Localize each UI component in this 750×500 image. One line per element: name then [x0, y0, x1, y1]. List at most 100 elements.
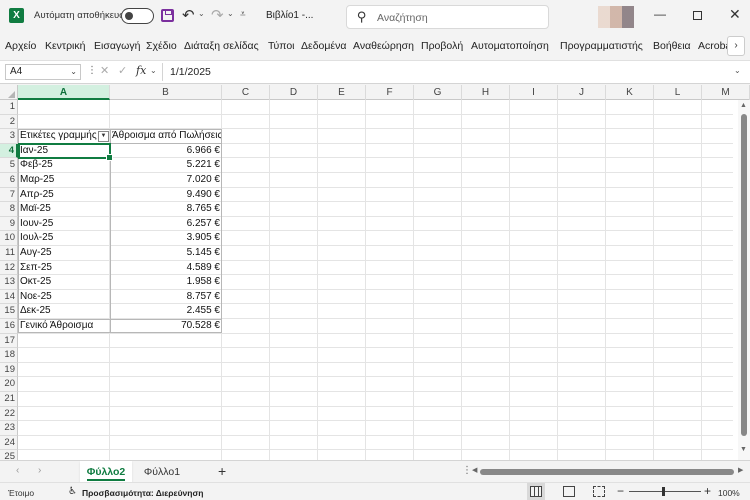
- row-header-1[interactable]: 1: [0, 100, 18, 115]
- tab-split-handle-icon[interactable]: ⋮: [462, 465, 472, 476]
- zoom-slider-thumb[interactable]: [662, 487, 665, 496]
- row-header-24[interactable]: 24: [0, 435, 18, 451]
- column-header-m[interactable]: M: [702, 85, 750, 100]
- previous-sheet-icon[interactable]: ‹: [16, 465, 19, 476]
- column-header-c[interactable]: C: [222, 85, 270, 100]
- pivot-row-value[interactable]: 5.221 €: [110, 158, 222, 173]
- column-header-l[interactable]: L: [654, 85, 702, 100]
- row-header-23[interactable]: 23: [0, 421, 18, 436]
- column-header-b[interactable]: B: [110, 85, 222, 100]
- pivot-row-value[interactable]: 5.145 €: [110, 246, 222, 261]
- horizontal-scroll-thumb[interactable]: [480, 469, 734, 475]
- normal-view-icon[interactable]: [530, 486, 542, 497]
- account-avatar[interactable]: [598, 6, 634, 28]
- pivot-row-label[interactable]: Σεπ-25: [18, 261, 110, 276]
- pivot-header-values[interactable]: Άθροισμα από Πωλήσεις: [110, 129, 222, 144]
- pivot-total-label[interactable]: Γενικό Άθροισμα: [18, 319, 110, 334]
- row-header-7[interactable]: 7: [0, 187, 18, 203]
- row-header-16[interactable]: 16: [0, 319, 18, 334]
- pivot-row-label[interactable]: Ιαν-25: [18, 144, 110, 159]
- tab-draw[interactable]: Σχέδιο: [146, 40, 177, 52]
- pivot-row-value[interactable]: 8.757 €: [110, 290, 222, 305]
- column-header-g[interactable]: G: [414, 85, 462, 100]
- column-header-d[interactable]: D: [270, 85, 318, 100]
- autosave-toggle[interactable]: [121, 8, 154, 24]
- save-icon[interactable]: [161, 9, 174, 22]
- tab-review[interactable]: Αναθεώρηση: [353, 40, 414, 52]
- redo-dropdown-icon[interactable]: ⌄: [227, 9, 234, 18]
- tab-formulas[interactable]: Τύποι: [268, 40, 295, 52]
- redo-icon[interactable]: ↷: [211, 6, 224, 24]
- name-box-dropdown-icon[interactable]: ⌄: [70, 65, 77, 79]
- row-header-22[interactable]: 22: [0, 406, 18, 422]
- row-header-10[interactable]: 10: [0, 231, 18, 246]
- pivot-row-value[interactable]: 3.905 €: [110, 231, 222, 246]
- row-header-21[interactable]: 21: [0, 392, 18, 407]
- zoom-level[interactable]: 100%: [718, 488, 740, 498]
- search-box[interactable]: ⚲ Αναζήτηση: [346, 5, 549, 29]
- tab-data[interactable]: Δεδομένα: [301, 40, 346, 52]
- select-all-button[interactable]: [0, 85, 18, 100]
- tab-insert[interactable]: Εισαγωγή: [94, 40, 140, 52]
- pivot-row-label[interactable]: Απρ-25: [18, 188, 110, 203]
- row-header-19[interactable]: 19: [0, 362, 18, 378]
- cancel-entry-icon[interactable]: ✕: [100, 64, 109, 77]
- minimize-icon[interactable]: —: [654, 7, 666, 21]
- pivot-row-label[interactable]: Δεκ-25: [18, 304, 110, 319]
- row-header-14[interactable]: 14: [0, 289, 18, 305]
- tab-view[interactable]: Προβολή: [421, 40, 463, 52]
- row-header-17[interactable]: 17: [0, 333, 18, 349]
- accessibility-icon[interactable]: ♿: [68, 486, 77, 497]
- undo-icon[interactable]: ↶: [182, 6, 195, 24]
- vertical-scroll-thumb[interactable]: [741, 114, 747, 436]
- pivot-row-value[interactable]: 1.958 €: [110, 275, 222, 290]
- row-header-9[interactable]: 9: [0, 216, 18, 232]
- zoom-in-icon[interactable]: +: [704, 484, 711, 498]
- tab-help[interactable]: Βοήθεια: [653, 40, 691, 52]
- next-sheet-icon[interactable]: ›: [38, 465, 41, 476]
- pivot-row-value[interactable]: 6.257 €: [110, 217, 222, 232]
- pivot-row-label[interactable]: Ιουν-25: [18, 217, 110, 232]
- row-header-20[interactable]: 20: [0, 377, 18, 392]
- pivot-row-value[interactable]: 4.589 €: [110, 261, 222, 276]
- row-header-5[interactable]: 5: [0, 158, 18, 173]
- formula-input[interactable]: 1/1/2025: [162, 63, 727, 81]
- ribbon-scroll-right-icon[interactable]: ›: [727, 36, 745, 56]
- row-header-11[interactable]: 11: [0, 246, 18, 261]
- pivot-row-label[interactable]: Νοε-25: [18, 290, 110, 305]
- vertical-scrollbar[interactable]: ▲ ▼: [738, 100, 750, 460]
- function-dropdown-icon[interactable]: ⌄: [150, 66, 157, 75]
- customize-quick-access-icon[interactable]: ⩡: [240, 9, 246, 20]
- pivot-row-label[interactable]: Οκτ-25: [18, 275, 110, 290]
- scroll-left-icon[interactable]: ◀: [472, 466, 477, 474]
- tab-developer[interactable]: Προγραμματιστής: [560, 40, 643, 52]
- row-header-2[interactable]: 2: [0, 114, 18, 130]
- column-header-f[interactable]: F: [366, 85, 414, 100]
- pivot-row-label[interactable]: Ιουλ-25: [18, 231, 110, 246]
- row-header-18[interactable]: 18: [0, 348, 18, 363]
- formula-bar-options-icon[interactable]: ⋮: [87, 65, 97, 76]
- pivot-row-value[interactable]: 8.765 €: [110, 202, 222, 217]
- zoom-slider[interactable]: [629, 491, 701, 492]
- pivot-row-value[interactable]: 6.966 €: [110, 144, 222, 159]
- expand-formula-bar-icon[interactable]: ⌄: [734, 66, 741, 75]
- document-title[interactable]: Βιβλίο1 -...: [266, 10, 313, 21]
- undo-dropdown-icon[interactable]: ⌄: [198, 9, 205, 18]
- pivot-header-row-labels[interactable]: Ετικέτες γραμμής: [18, 129, 98, 144]
- maximize-icon[interactable]: [693, 11, 702, 20]
- scroll-right-icon[interactable]: ▶: [738, 466, 743, 474]
- sheet-tab-fyllo2[interactable]: Φύλλο2: [80, 461, 132, 483]
- accessibility-status[interactable]: Προσβασιμότητα: Διερεύνηση: [82, 488, 203, 498]
- column-header-a[interactable]: A: [18, 85, 110, 100]
- worksheet-grid[interactable]: ABCDEFGHIJKLM 1 2 3 4 5 6 7 8 9 10 11 12 13 14 15 16 17 1…: [0, 85, 750, 460]
- insert-function-icon[interactable]: fx: [136, 64, 146, 77]
- row-header-15[interactable]: 15: [0, 304, 18, 319]
- name-box[interactable]: A4 ⌄: [5, 64, 81, 80]
- row-header-25[interactable]: 25: [0, 450, 18, 460]
- pivot-row-label[interactable]: Αυγ-25: [18, 246, 110, 261]
- sheet-tab-fyllo1[interactable]: Φύλλο1: [136, 461, 188, 483]
- page-layout-view-icon[interactable]: [563, 486, 575, 497]
- zoom-out-icon[interactable]: −: [617, 484, 624, 498]
- row-header-12[interactable]: 12: [0, 260, 18, 276]
- pivot-filter-dropdown-icon[interactable]: ▼: [98, 131, 109, 142]
